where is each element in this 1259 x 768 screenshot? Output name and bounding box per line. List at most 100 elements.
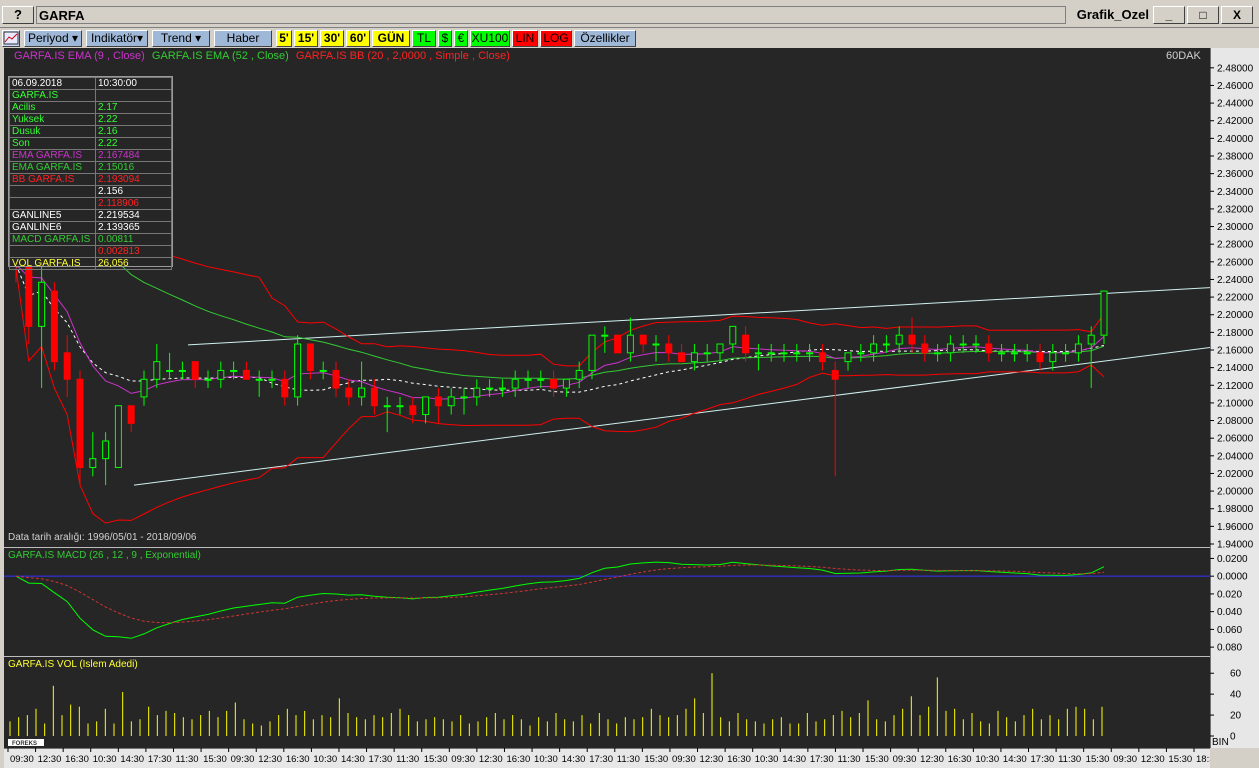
info-value: 2.118906 — [95, 197, 172, 210]
periyod-dropdown[interactable]: Periyod ▾ — [24, 30, 82, 47]
time-tick-label: 10:30 — [534, 754, 558, 765]
time-tick-label: 09:30 — [231, 754, 255, 765]
info-row: EMA GARFA.IS 2.15016 — [9, 161, 172, 174]
price-tick-label: 2.40000 — [1217, 134, 1254, 145]
candle-body — [729, 325, 737, 345]
candle-body — [370, 387, 378, 407]
period-15-button[interactable]: 15' — [294, 30, 318, 47]
logo-text: FOREKS — [12, 741, 37, 747]
period-60-button[interactable]: 60' — [346, 30, 370, 47]
bb-middle-line — [15, 264, 1105, 393]
candle-body — [166, 369, 174, 372]
candle-body — [63, 352, 71, 380]
candle-body — [780, 352, 788, 355]
chart-area[interactable]: FOREKS — [4, 48, 1210, 748]
minimize-button[interactable]: _ — [1153, 6, 1185, 24]
time-tick-label: 16:30 — [286, 754, 310, 765]
price-tick-label: 2.44000 — [1217, 99, 1254, 110]
log-scale-button[interactable]: LOG — [540, 30, 572, 47]
foreks-logo: FOREKS — [8, 739, 44, 747]
info-label: VOL GARFA.IS — [9, 257, 96, 270]
price-tick-label: 2.10000 — [1217, 398, 1254, 409]
price-axis[interactable]: 2.48000 2.46000 2.44000 2.42000 2.40000 2.380… — [1210, 48, 1259, 748]
trend-dropdown[interactable]: Trend ▾ — [152, 30, 210, 47]
period-gun-button[interactable]: GÜN — [372, 30, 410, 47]
time-tick-label: 10:30 — [755, 754, 779, 765]
candle-body — [934, 352, 942, 355]
macd-signal-line — [15, 564, 1105, 624]
price-tick-label: 2.20000 — [1217, 310, 1254, 321]
info-label — [9, 197, 96, 210]
time-axis[interactable]: 09:30 12:30 16:30 10:30 14:30 17:30 11:30 15:30… — [4, 748, 1210, 768]
candle-body — [422, 396, 430, 416]
candle-body — [601, 334, 609, 337]
xu100-button[interactable]: XU100 — [470, 30, 510, 47]
candle-body — [806, 352, 814, 355]
candle-body — [844, 352, 852, 363]
price-tick-label: 2.42000 — [1217, 116, 1254, 127]
macd-legend: GARFA.IS MACD (26 , 12 , 9 , Exponential… — [8, 550, 201, 561]
currency-eur-button[interactable]: € — [454, 30, 468, 47]
close-button[interactable]: X — [1221, 6, 1253, 24]
time-tick-label: 10:30 — [313, 754, 337, 765]
time-tick-label: 11:30 — [617, 754, 640, 765]
chart-type-icon[interactable] — [2, 30, 20, 47]
price-tick-label: 2.38000 — [1217, 152, 1254, 163]
time-tick-label: 10:30 — [93, 754, 117, 765]
candle-body — [742, 334, 750, 354]
candle-body — [882, 343, 890, 346]
linear-scale-button[interactable]: LIN — [512, 30, 538, 47]
candle-body — [473, 387, 481, 398]
info-row: BB GARFA.IS 2.193094 — [9, 173, 172, 186]
legend-ema52: GARFA.IS EMA (52 , Close) — [151, 50, 289, 62]
period-5-button[interactable]: 5' — [276, 30, 292, 47]
candle-body — [76, 378, 84, 468]
candle-body — [1023, 352, 1031, 355]
haber-button[interactable]: Haber — [214, 30, 272, 47]
pane-divider[interactable] — [4, 656, 1210, 657]
currency-tl-button[interactable]: TL — [412, 30, 436, 47]
candle-body — [114, 405, 122, 468]
candle-body — [345, 387, 353, 398]
maximize-button[interactable]: □ — [1187, 6, 1219, 24]
ozellikler-button[interactable]: Özellikler — [574, 30, 636, 47]
time-tick-label: 15:30 — [203, 754, 227, 765]
vol-tick-label: 60 — [1230, 669, 1242, 680]
candle-body — [1049, 352, 1057, 363]
info-panel: 06.09.2018 10:30:00 GARFA.IS Acilis 2.17 Y… — [8, 76, 173, 270]
info-value: 0.002813 — [95, 245, 172, 258]
info-row: Dusuk 2.16 — [9, 125, 172, 138]
candle-body — [678, 352, 686, 363]
price-tick-label: 2.16000 — [1217, 346, 1254, 357]
candle-body — [626, 334, 634, 354]
info-value: 2.139365 — [95, 221, 172, 234]
candle-body — [255, 378, 263, 381]
time-tick-label: 09:30 — [10, 754, 34, 765]
time-tick-label: 14:30 — [782, 754, 806, 765]
macd-tick-label: 0.0000 — [1217, 572, 1248, 583]
price-tick-label: 1.96000 — [1217, 522, 1254, 533]
pane-divider[interactable] — [4, 547, 1210, 548]
candle-body — [1087, 334, 1095, 345]
candle-body — [703, 352, 711, 355]
candle-body — [294, 343, 302, 398]
candle-body — [460, 396, 468, 399]
chart-canvas[interactable]: FOREKS — [4, 48, 1210, 748]
currency-usd-button[interactable]: $ — [438, 30, 452, 47]
vol-tick-label: 20 — [1230, 711, 1242, 722]
price-tick-label: 2.48000 — [1217, 63, 1254, 74]
indikator-label: Indikatör — [90, 31, 137, 45]
info-label: Acilis — [9, 101, 96, 114]
candle-body — [281, 378, 289, 398]
window-name: Grafik_Ozel — [1076, 7, 1149, 22]
period-30-button[interactable]: 30' — [320, 30, 344, 47]
time-tick-label: 14:30 — [341, 754, 365, 765]
price-tick-label: 2.06000 — [1217, 434, 1254, 445]
candle-body — [818, 352, 826, 363]
time-tick-label: 09:30 — [1113, 754, 1137, 765]
help-button[interactable]: ? — [2, 6, 34, 24]
candle-body — [985, 343, 993, 354]
period-tag: 60DAK — [1166, 50, 1201, 62]
info-label: BB GARFA.IS — [9, 173, 96, 186]
indikator-dropdown[interactable]: Indikatör▾ — [86, 30, 148, 47]
